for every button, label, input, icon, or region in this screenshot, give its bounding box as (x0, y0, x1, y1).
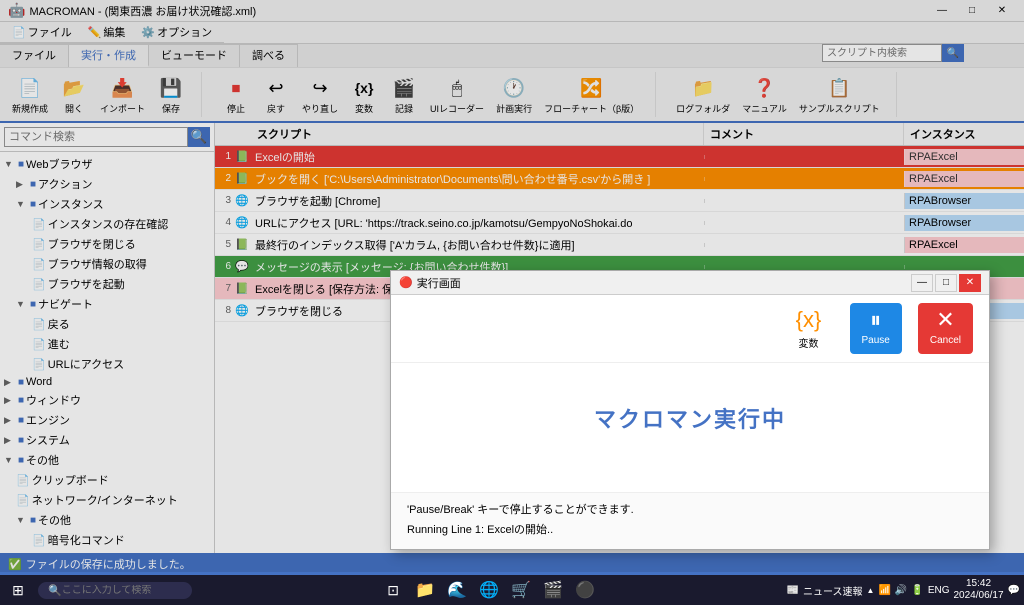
taskview-icon[interactable]: ⊡ (379, 576, 407, 604)
pause-modal-button[interactable]: ⏸ Pause (850, 303, 902, 354)
modal-footer-line1: 'Pause/Break' キーで停止することができます. (407, 501, 973, 517)
taskbar-search-input[interactable] (62, 585, 182, 596)
modal-title: 🔴 実行画面 (399, 275, 461, 291)
taskbar-left: ⊞ 🔍 (4, 576, 192, 604)
taskbar-search-bar: 🔍 (38, 582, 192, 599)
taskbar-right: 📰 ニュース速報 ▲ 📶 🔊 🔋 ENG 15:42 2024/06/17 💬 (787, 578, 1020, 602)
variable-modal-icon: {x} (796, 307, 822, 333)
store-icon[interactable]: 🛒 (507, 576, 535, 604)
battery-icon: 🔋 (911, 585, 923, 596)
cancel-modal-icon: ✕ (936, 307, 954, 333)
news-label: ニュース速報 (803, 583, 863, 598)
pause-modal-label: Pause (862, 335, 890, 346)
time-label: 15:42 (966, 578, 991, 590)
running-text: マクロマン実行中 (594, 402, 786, 434)
variable-modal-label: 変数 (799, 335, 819, 350)
variable-modal-button[interactable]: {x} 変数 (784, 303, 834, 354)
modal-titlebar: 🔴 実行画面 — □ ✕ (391, 271, 989, 295)
cancel-modal-button[interactable]: ✕ Cancel (918, 303, 973, 354)
modal-close-button[interactable]: ✕ (959, 274, 981, 292)
explorer-icon[interactable]: 📁 (411, 576, 439, 604)
date-label: 2024/06/17 (953, 590, 1003, 602)
news-icon: 📰 (787, 585, 799, 596)
chrome-icon[interactable]: 🌐 (475, 576, 503, 604)
modal-toolbar: {x} 変数 ⏸ Pause ✕ Cancel (391, 295, 989, 363)
notification-icon: 💬 (1008, 585, 1020, 596)
lang-label: ENG (928, 585, 950, 596)
modal-controls: — □ ✕ (911, 274, 981, 292)
pokemon-icon[interactable]: ⚫ (571, 576, 599, 604)
speaker-icon: 🔊 (895, 585, 907, 596)
modal-footer: 'Pause/Break' キーで停止することができます. Running Li… (391, 492, 989, 549)
modal-icon: 🔴 (399, 276, 413, 289)
network-icon: 📶 (878, 585, 890, 596)
pause-modal-icon: ⏸ (870, 307, 881, 333)
up-arrow-icon: ▲ (867, 586, 875, 595)
modal-body: {x} 変数 ⏸ Pause ✕ Cancel マクロマン実行中 'Pause/… (391, 295, 989, 549)
clock: 15:42 2024/06/17 (953, 578, 1003, 602)
modal-maximize-button[interactable]: □ (935, 274, 957, 292)
vlc-icon[interactable]: 🎬 (539, 576, 567, 604)
cancel-modal-label: Cancel (930, 335, 961, 346)
modal-footer-line2: Running Line 1: Excelの開始.. (407, 521, 973, 537)
execution-dialog: 🔴 実行画面 — □ ✕ {x} 変数 ⏸ Pause ✕ Cancel (390, 270, 990, 550)
start-button[interactable]: ⊞ (4, 576, 32, 604)
taskbar: ⊞ 🔍 ⊡ 📁 🌊 🌐 🛒 🎬 ⚫ 📰 ニュース速報 ▲ 📶 🔊 🔋 ENG 1… (0, 575, 1024, 605)
modal-content: マクロマン実行中 (391, 363, 989, 492)
modal-minimize-button[interactable]: — (911, 274, 933, 292)
search-icon: 🔍 (48, 584, 62, 597)
taskbar-center: ⊡ 📁 🌊 🌐 🛒 🎬 ⚫ (379, 576, 599, 604)
edge-icon[interactable]: 🌊 (443, 576, 471, 604)
